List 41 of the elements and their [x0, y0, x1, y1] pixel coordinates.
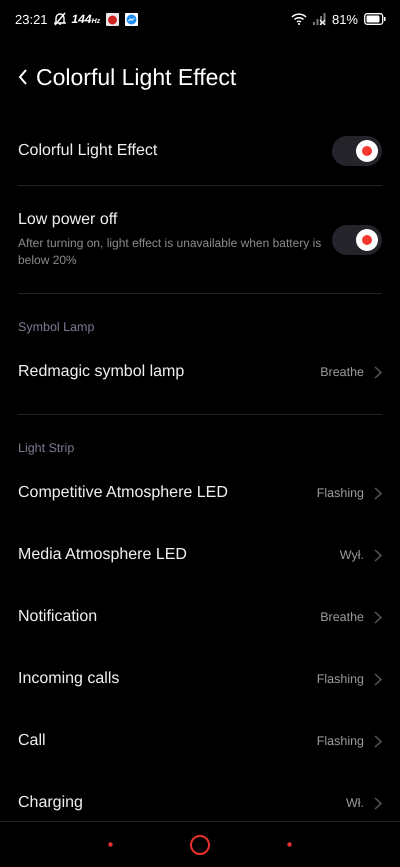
signal-icon	[312, 13, 326, 25]
setting-value: Flashing	[316, 734, 364, 748]
back-nav-button[interactable]	[287, 842, 292, 847]
chevron-right-icon[interactable]	[374, 672, 382, 686]
clock: 23:21	[15, 12, 48, 26]
page-title: Colorful Light Effect	[36, 64, 236, 90]
setting-label: Redmagic symbol lamp	[18, 363, 186, 381]
setting-value: Wł.	[346, 796, 364, 810]
bell-off-icon	[54, 12, 66, 26]
battery-icon	[364, 13, 386, 25]
chevron-right-icon[interactable]	[374, 796, 382, 810]
setting-label: Call	[18, 732, 47, 750]
setting-value: Wył.	[340, 548, 364, 562]
back-button[interactable]	[18, 69, 28, 85]
setting-value: Breathe	[320, 610, 364, 624]
section-header: Symbol Lamp	[18, 319, 96, 336]
chevron-right-icon[interactable]	[374, 366, 382, 378]
chevron-right-icon[interactable]	[374, 734, 382, 748]
app-icon	[106, 12, 120, 26]
setting-description: After turning on, light effect is unavailable when battery is below 20%	[18, 234, 322, 268]
toggle-switch[interactable]	[332, 136, 382, 166]
battery-percent: 81%	[332, 12, 358, 26]
setting-label: Charging	[18, 794, 84, 812]
setting-label: Notification	[18, 608, 98, 626]
home-button[interactable]	[189, 834, 211, 856]
setting-value: Breathe	[320, 365, 364, 379]
chevron-right-icon[interactable]	[374, 610, 382, 624]
toggle-switch[interactable]	[332, 224, 382, 254]
recents-button[interactable]	[108, 842, 113, 847]
setting-label: Colorful Light Effect	[18, 142, 158, 160]
setting-value: Flashing	[316, 486, 364, 500]
chevron-right-icon[interactable]	[374, 548, 382, 562]
setting-value: Flashing	[316, 672, 364, 686]
setting-label: Low power off	[18, 210, 118, 228]
wifi-icon	[290, 13, 307, 25]
setting-label: Incoming calls	[18, 670, 120, 688]
setting-label: Competitive Atmosphere LED	[18, 484, 229, 502]
setting-label: Media Atmosphere LED	[18, 546, 188, 564]
chevron-right-icon[interactable]	[374, 486, 382, 500]
section-header: Light Strip	[18, 440, 76, 457]
messenger-icon	[125, 12, 138, 26]
